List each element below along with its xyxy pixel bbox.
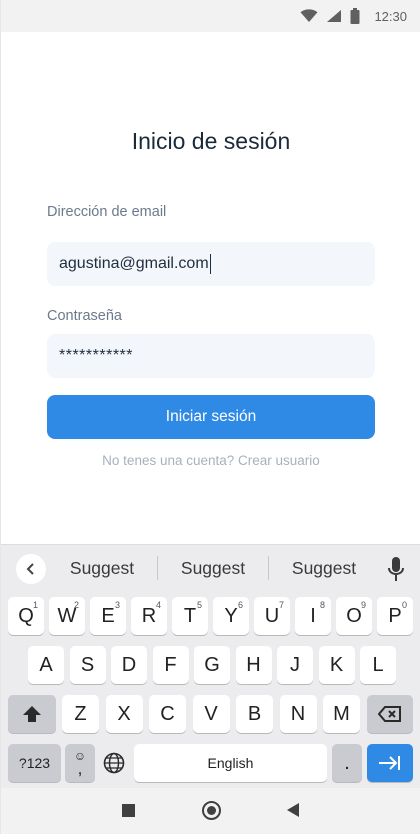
- key-d[interactable]: D: [111, 646, 147, 684]
- key-x[interactable]: X: [105, 695, 143, 733]
- suggestion-2[interactable]: Suggest: [158, 558, 268, 579]
- backspace-icon: [378, 706, 401, 722]
- key-l[interactable]: L: [360, 646, 396, 684]
- key-t[interactable]: T5: [172, 597, 208, 635]
- key-p[interactable]: P0: [377, 597, 413, 635]
- key-number-hint: 0: [401, 600, 407, 610]
- signal-icon: [327, 10, 342, 22]
- key-g[interactable]: G: [194, 646, 230, 684]
- status-time: 12:30: [374, 8, 407, 24]
- key-letter: I: [310, 604, 316, 627]
- status-bar: 12:30: [1, 0, 420, 32]
- key-number-hint: 9: [360, 600, 366, 610]
- key-q[interactable]: Q1: [8, 597, 44, 635]
- suggestion-1[interactable]: Suggest: [47, 558, 157, 579]
- password-label: Contraseña: [47, 308, 122, 324]
- key-f[interactable]: F: [152, 646, 189, 684]
- password-field[interactable]: ***********: [47, 334, 375, 378]
- home-circle-icon[interactable]: [202, 801, 221, 820]
- wifi-icon: [300, 9, 318, 22]
- recents-square-icon[interactable]: [122, 804, 135, 817]
- key-j[interactable]: J: [277, 646, 313, 684]
- suggestion-3[interactable]: Suggest: [269, 558, 379, 579]
- signup-link[interactable]: No tenes una cuenta? Crear usuario: [1, 453, 420, 468]
- key-b[interactable]: B: [236, 695, 273, 733]
- emoji-comma-key[interactable]: ☺ ,: [65, 744, 95, 782]
- key-u[interactable]: U7: [254, 597, 290, 635]
- key-letter: O: [346, 604, 362, 627]
- key-y[interactable]: Y6: [213, 597, 249, 635]
- key-number-hint: 2: [73, 600, 79, 610]
- shift-icon: [23, 706, 41, 722]
- symbols-key[interactable]: ?123: [8, 744, 61, 782]
- key-letter: U: [264, 604, 280, 627]
- key-letter: E: [101, 604, 115, 627]
- comma-symbol: ,: [77, 759, 83, 778]
- key-k[interactable]: K: [318, 646, 355, 684]
- key-letter: T: [183, 604, 197, 627]
- email-value: agustina@gmail.com: [59, 255, 209, 272]
- key-s[interactable]: S: [69, 646, 106, 684]
- back-chevron-icon[interactable]: [16, 554, 46, 584]
- enter-key[interactable]: [367, 744, 413, 782]
- key-v[interactable]: V: [192, 695, 230, 733]
- space-key[interactable]: English: [134, 744, 327, 782]
- key-o[interactable]: O9: [336, 597, 372, 635]
- backspace-key[interactable]: [367, 695, 413, 733]
- suggestion-strip: Suggest Suggest Suggest: [1, 545, 420, 591]
- key-letter: R: [141, 604, 157, 627]
- globe-icon: [103, 752, 125, 774]
- page-title: Inicio de sesión: [131, 128, 291, 154]
- key-r[interactable]: R4: [131, 597, 167, 635]
- key-letter: Y: [224, 604, 238, 627]
- key-e[interactable]: E3: [90, 597, 126, 635]
- key-number-hint: 1: [32, 600, 38, 610]
- login-button[interactable]: Iniciar sesión: [47, 395, 375, 439]
- login-screen: Inicio de sesión Dirección de email agus…: [1, 32, 420, 544]
- key-c[interactable]: C: [149, 695, 186, 733]
- enter-tab-icon: [379, 756, 400, 770]
- text-caret: [209, 254, 212, 274]
- key-number-hint: 3: [114, 600, 120, 610]
- device-frame: 12:30 Inicio de sesión Dirección de emai…: [0, 0, 420, 834]
- shift-key[interactable]: [8, 695, 56, 733]
- password-value: ***********: [59, 347, 133, 364]
- key-number-hint: 6: [237, 600, 243, 610]
- back-triangle-icon[interactable]: [287, 803, 299, 817]
- key-w[interactable]: W2: [49, 597, 85, 635]
- key-number-hint: 8: [319, 600, 325, 610]
- key-letter: Q: [18, 604, 34, 627]
- key-z[interactable]: Z: [62, 695, 99, 733]
- key-letter: P: [388, 604, 402, 627]
- key-h[interactable]: H: [235, 646, 272, 684]
- key-number-hint: 7: [278, 600, 284, 610]
- battery-icon: [350, 8, 360, 24]
- email-field[interactable]: agustina@gmail.com: [47, 242, 375, 286]
- key-a[interactable]: A: [28, 646, 64, 684]
- key-m[interactable]: M: [323, 695, 360, 733]
- navigation-bar: [1, 788, 420, 834]
- key-number-hint: 5: [196, 600, 202, 610]
- mic-icon[interactable]: [387, 556, 405, 582]
- key-n[interactable]: N: [279, 695, 317, 733]
- key-number-hint: 4: [155, 600, 161, 610]
- key-i[interactable]: I8: [295, 597, 331, 635]
- period-key[interactable]: .: [332, 744, 362, 782]
- soft-keyboard: Suggest Suggest Suggest Q1W2E3R4T5Y6U7I8…: [1, 544, 420, 788]
- globe-key[interactable]: [98, 744, 130, 782]
- email-label: Dirección de email: [47, 204, 167, 220]
